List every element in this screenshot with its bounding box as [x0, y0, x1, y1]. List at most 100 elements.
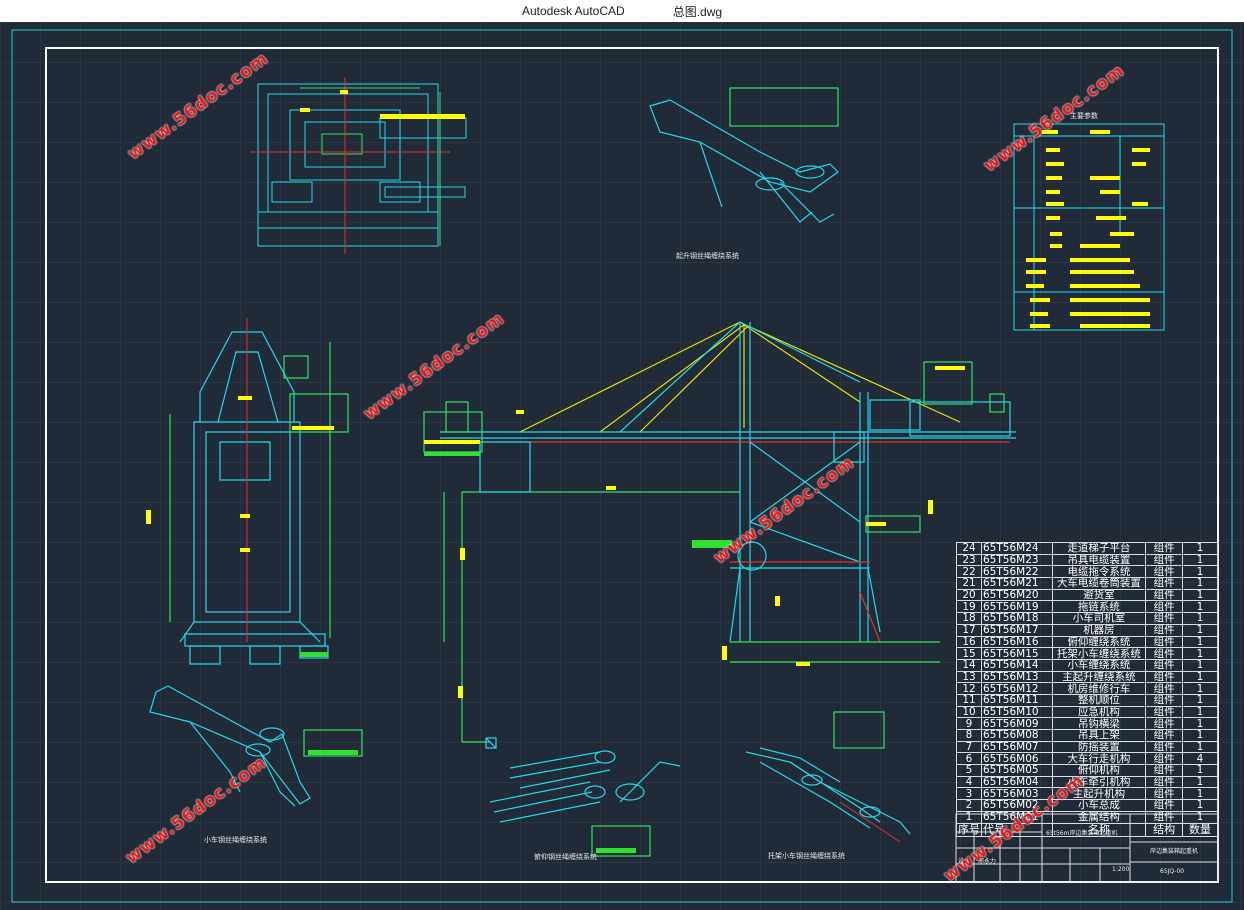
bom-cell-no: 4	[956, 775, 982, 789]
bom-cell-name: 大车行走机构	[1051, 752, 1147, 766]
bom-cell-type: 组件	[1145, 647, 1183, 660]
app-name: Autodesk AutoCAD	[521, 4, 625, 18]
bom-cell-name: 俯仰机构	[1051, 764, 1147, 777]
title-number: 65JQ-00	[1160, 868, 1185, 875]
title-drawing: 岸边集装箱起重机	[1150, 848, 1199, 855]
bom-cell-qty: 1	[1181, 787, 1219, 801]
bom-cell-code: 65T56M08	[981, 729, 1053, 742]
bom-cell-qty: 1	[1181, 775, 1219, 789]
bom-cell-type: 组件	[1145, 775, 1183, 789]
bom-row: 8 65T56M08 吊具上架 组件 1	[956, 729, 1219, 742]
bom-cell-name: 大车电缆卷筒装置	[1051, 577, 1147, 590]
bom-cell-qty: 1	[1181, 565, 1219, 579]
bom-cell-qty: 1	[1181, 764, 1219, 777]
bom-cell-code: 65T56M04	[981, 775, 1053, 789]
bom-cell-type: 组件	[1145, 764, 1183, 777]
bom-cell-code: 65T56M15	[981, 647, 1053, 660]
bom-cell-type: 组件	[1145, 542, 1183, 555]
bom-cell-type: 组件	[1145, 740, 1183, 754]
bom-cell-type: 组件	[1145, 717, 1183, 730]
bom-cell-code: 65T56M24	[981, 542, 1053, 555]
bom-cell-name: 俯仰缠绕系统	[1051, 635, 1147, 649]
bom-cell-type: 组件	[1145, 635, 1183, 649]
bom-cell-code: 65T56M13	[981, 670, 1053, 684]
bom-cell-no: 23	[956, 553, 982, 567]
bom-row: 18 65T56M18 小车司机室 组件 1	[956, 612, 1219, 625]
bom-row: 15 65T56M15 托架小车缠绕系统 组件 1	[956, 647, 1219, 660]
bom-cell-type: 组件	[1145, 588, 1183, 602]
bom-row: 22 65T56M22 电缆拖令系统 组件 1	[956, 565, 1219, 579]
bom-cell-no: 9	[956, 717, 982, 730]
bom-cell-no: 7	[956, 740, 982, 754]
bom-cell-qty: 1	[1181, 553, 1219, 567]
bom-cell-no: 10	[956, 705, 982, 719]
bom-cell-type: 组件	[1145, 612, 1183, 625]
bom-header-no: 序号	[956, 822, 982, 837]
bom-cell-type: 组件	[1145, 658, 1183, 672]
trolley-rope-diagram	[149, 685, 363, 807]
bom-cell-name: 应急机构	[1051, 705, 1147, 719]
bom-cell-code: 65T56M20	[981, 588, 1053, 602]
bom-row: 3 65T56M03 主起升机构 组件 1	[956, 787, 1219, 801]
bom-cell-no: 20	[956, 588, 982, 602]
bom-header-qty: 数量	[1181, 822, 1219, 837]
bom-cell-qty: 1	[1181, 729, 1219, 742]
bom-cell-type: 组件	[1145, 600, 1183, 614]
bom-cell-name: 金属结构	[1051, 810, 1147, 824]
bom-cell-qty: 1	[1181, 693, 1219, 707]
bom-cell-code: 65T56M22	[981, 565, 1053, 579]
bom-cell-type: 组件	[1145, 565, 1183, 579]
bom-cell-code: 65T56M11	[981, 693, 1053, 707]
window-titlebar: Autodesk AutoCAD 总图.dwg	[0, 0, 1244, 22]
bom-row: 19 65T56M19 拖链系统 组件 1	[956, 600, 1219, 614]
bom-cell-name: 机器房	[1051, 623, 1147, 637]
bom-cell-name: 走道梯子平台	[1051, 542, 1147, 555]
bom-cell-qty: 1	[1181, 612, 1219, 625]
plan-view	[250, 77, 467, 254]
bom-cell-no: 5	[956, 764, 982, 777]
bom-cell-code: 65T56M14	[981, 658, 1053, 672]
bom-cell-no: 14	[956, 658, 982, 672]
bom-cell-name: 电缆拖令系统	[1051, 565, 1147, 579]
bom-header-type: 结构	[1145, 822, 1183, 837]
caption-lift-rope: 起升钢丝绳缠绕系统	[676, 252, 739, 260]
drawing-canvas[interactable]: 起升钢丝绳缠绕系统 小车钢丝绳缠绕系统 俯仰钢丝绳缠绕系统 托架小车钢丝绳缠绕系…	[0, 22, 1244, 910]
bom-cell-name: 吊具上架	[1051, 729, 1147, 742]
bom-cell-code: 65T56M17	[981, 623, 1053, 637]
parameter-values	[1026, 130, 1150, 328]
bom-cell-no: 19	[956, 600, 982, 614]
bom-cell-qty: 4	[1181, 752, 1219, 766]
bom-cell-code: 65T56M21	[981, 577, 1053, 590]
caption-trolley-rope: 小车钢丝绳缠绕系统	[204, 836, 267, 844]
bom-cell-type: 组件	[1145, 670, 1183, 684]
bom-cell-code: 65T56M09	[981, 717, 1053, 730]
bom-cell-type: 组件	[1145, 682, 1183, 695]
bom-cell-code: 65T56M16	[981, 635, 1053, 649]
bom-cell-type: 组件	[1145, 799, 1183, 812]
bom-cell-name: 小车缠绕系统	[1051, 658, 1147, 672]
bracket-rope-diagram	[745, 747, 911, 835]
bom-cell-type: 组件	[1145, 693, 1183, 707]
bom-cell-name: 避货室	[1051, 588, 1147, 602]
bom-cell-code: 65T56M06	[981, 752, 1053, 766]
bom-cell-name: 防摇装置	[1051, 740, 1147, 754]
end-elevation	[169, 331, 349, 665]
bom-cell-qty: 1	[1181, 577, 1219, 590]
bom-cell-code: 65T56M23	[981, 553, 1053, 567]
bom-cell-no: 16	[956, 635, 982, 649]
bom-cell-name: 机房维修行车	[1051, 682, 1147, 695]
crane-side-elevation	[423, 321, 1016, 749]
bom-cell-no: 15	[956, 647, 982, 660]
title-project: 65t56m岸边集装箱起重机	[1046, 830, 1118, 837]
bom-cell-qty: 1	[1181, 635, 1219, 649]
bom-cell-qty: 1	[1181, 623, 1219, 637]
bom-cell-code: 65T56M19	[981, 600, 1053, 614]
bom-row: 14 65T56M14 小车缠绕系统 组件 1	[956, 658, 1219, 672]
bom-cell-no: 18	[956, 612, 982, 625]
bom-row: 6 65T56M06 大车行走机构 组件 4	[956, 752, 1219, 766]
bom-cell-code: 65T56M18	[981, 612, 1053, 625]
caption-luffing-rope: 俯仰钢丝绳缠绕系统	[534, 853, 597, 861]
bom-row: 23 65T56M23 吊具电缆装置 组件 1	[956, 553, 1219, 567]
bom-row: 12 65T56M12 机房维修行车 组件 1	[956, 682, 1219, 695]
bom-cell-code: 65T56M05	[981, 764, 1053, 777]
